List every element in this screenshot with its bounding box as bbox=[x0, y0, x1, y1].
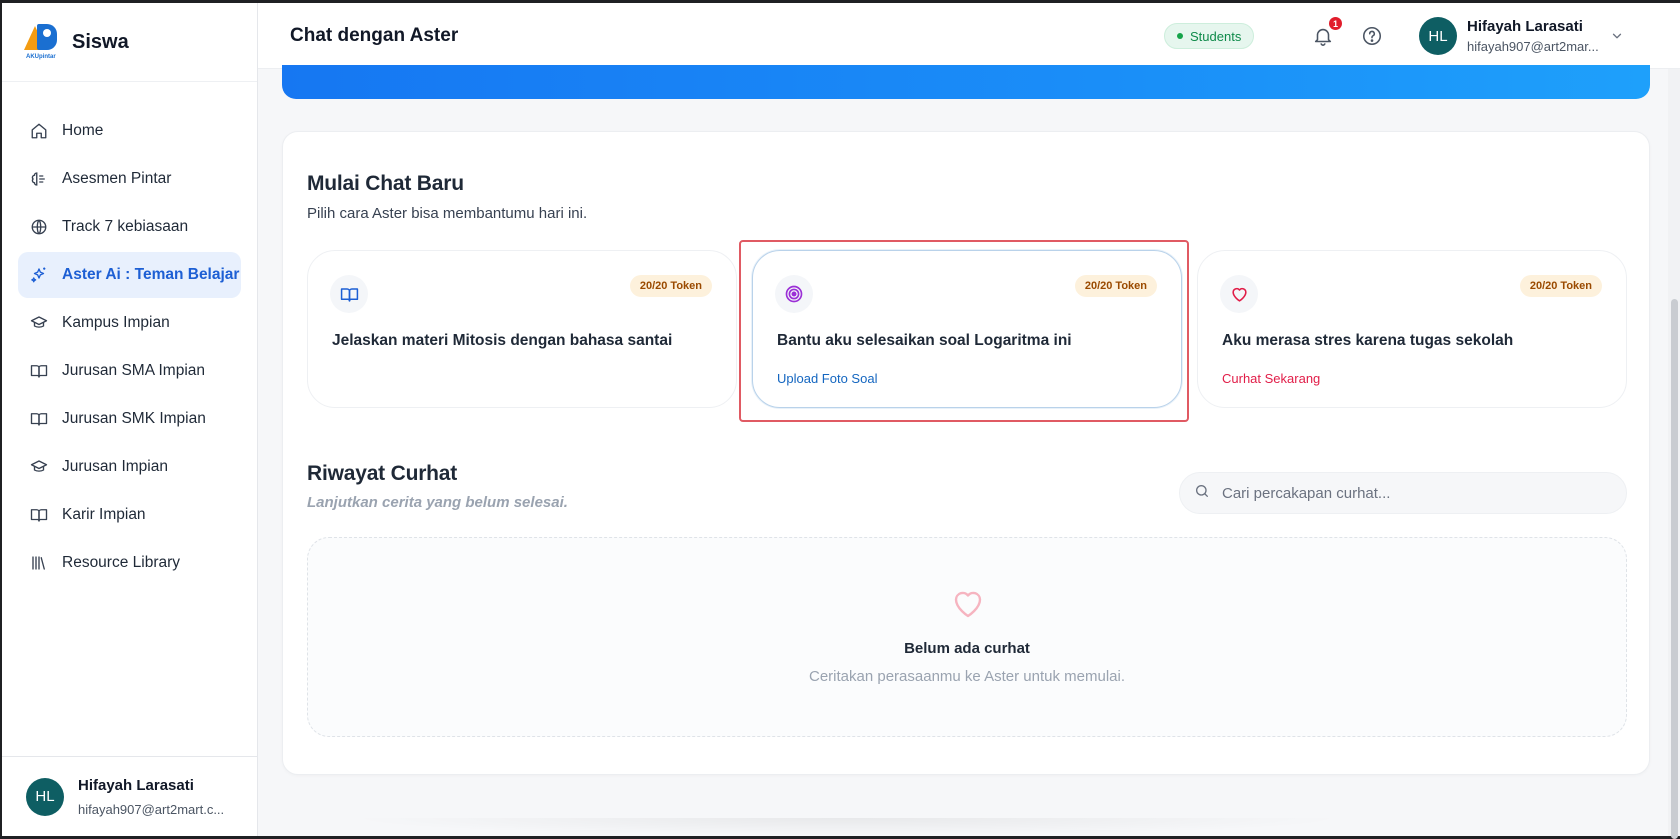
heart-icon bbox=[1220, 275, 1258, 313]
sidebar-item-jurusan-sma-impian[interactable]: Jurusan SMA Impian bbox=[18, 348, 241, 394]
sidebar-item-label: Asesmen Pintar bbox=[62, 170, 172, 187]
user-name: Hifayah Larasati bbox=[78, 776, 194, 794]
brand[interactable]: AKUpintar Siswa bbox=[2, 3, 257, 82]
upload-photo-link[interactable]: Upload Foto Soal bbox=[777, 371, 877, 386]
user-email: hifayah907@art2mar... bbox=[1467, 39, 1599, 54]
role-badge-label: Students bbox=[1190, 28, 1242, 44]
sidebar-item-label: Track 7 kebiasaan bbox=[62, 218, 189, 235]
history-search[interactable] bbox=[1179, 472, 1627, 514]
sidebar-item-home[interactable]: Home bbox=[18, 108, 241, 154]
brain-icon bbox=[30, 170, 48, 188]
heart-icon bbox=[948, 586, 988, 622]
avatar: HL bbox=[1419, 17, 1457, 55]
card-prompt: Jelaskan materi Mitosis dengan bahasa sa… bbox=[332, 332, 673, 349]
hero-banner bbox=[282, 65, 1650, 99]
help-icon[interactable] bbox=[1361, 25, 1383, 47]
sidebar-item-label: Jurusan SMK Impian bbox=[62, 410, 206, 427]
token-badge: 20/20 Token bbox=[629, 275, 712, 297]
library-icon bbox=[30, 554, 48, 572]
card-prompt: Aku merasa stres karena tugas sekolah bbox=[1222, 332, 1514, 349]
app-logo: AKUpintar bbox=[24, 24, 62, 60]
sidebar-item-label: Jurusan Impian bbox=[62, 458, 168, 475]
book-open-icon bbox=[30, 506, 48, 524]
sparkles-icon bbox=[30, 266, 48, 284]
card-prompt: Bantu aku selesaikan soal Logaritma ini bbox=[777, 332, 1072, 349]
chat-card-logaritma[interactable]: 20/20 Token Bantu aku selesaikan soal Lo… bbox=[752, 250, 1182, 408]
empty-subtitle: Ceritakan perasaanmu ke Aster untuk memu… bbox=[809, 668, 1125, 685]
token-badge: 20/20 Token bbox=[1074, 275, 1157, 297]
sidebar-item-label: Jurusan SMA Impian bbox=[62, 362, 206, 379]
scrollbar-track[interactable] bbox=[1668, 69, 1680, 839]
chat-panel: Mulai Chat Baru Pilih cara Aster bisa me… bbox=[282, 131, 1650, 775]
header-user-menu[interactable]: HL Hifayah Larasati hifayah907@art2mar..… bbox=[1419, 17, 1599, 55]
book-open-icon bbox=[30, 410, 48, 428]
book-open-icon bbox=[330, 275, 368, 313]
sidebar-item-aster-ai[interactable]: Aster Ai : Teman Belajar bbox=[18, 252, 241, 298]
graduation-cap-icon bbox=[30, 458, 48, 476]
sidebar-item-track-7-kebiasaan[interactable]: Track 7 kebiasaan bbox=[18, 204, 241, 250]
curhat-now-link[interactable]: Curhat Sekarang bbox=[1222, 371, 1320, 386]
sidebar-item-asesmen-pintar[interactable]: Asesmen Pintar bbox=[18, 156, 241, 202]
user-name: Hifayah Larasati bbox=[1467, 18, 1583, 35]
user-email: hifayah907@art2mart.c... bbox=[78, 801, 225, 817]
app-window: AKUpintar Siswa Home Asesmen Pintar Trac… bbox=[0, 0, 1680, 839]
notification-count-badge: 1 bbox=[1329, 17, 1342, 30]
sidebar-item-resource-library[interactable]: Resource Library bbox=[18, 540, 241, 586]
sidebar: AKUpintar Siswa Home Asesmen Pintar Trac… bbox=[2, 3, 258, 836]
scrollbar-thumb[interactable] bbox=[1671, 299, 1678, 839]
sidebar-item-label: Karir Impian bbox=[62, 506, 146, 523]
new-chat-subtitle: Pilih cara Aster bisa membantumu hari in… bbox=[307, 205, 588, 222]
chat-card-mitosis[interactable]: 20/20 Token Jelaskan materi Mitosis deng… bbox=[307, 250, 737, 408]
role-badge: Students bbox=[1164, 23, 1255, 49]
sidebar-item-karir-impian[interactable]: Karir Impian bbox=[18, 492, 241, 538]
sidebar-item-label: Resource Library bbox=[62, 554, 181, 571]
home-icon bbox=[30, 122, 48, 140]
token-badge: 20/20 Token bbox=[1519, 275, 1602, 297]
sidebar-item-kampus-impian[interactable]: Kampus Impian bbox=[18, 300, 241, 346]
status-dot bbox=[1177, 33, 1183, 39]
search-input[interactable] bbox=[1222, 484, 1602, 502]
book-open-icon bbox=[30, 362, 48, 380]
history-title: Riwayat Curhat bbox=[307, 462, 458, 485]
sidebar-nav: Home Asesmen Pintar Track 7 kebiasaan As… bbox=[2, 82, 257, 586]
sidebar-item-label: Kampus Impian bbox=[62, 314, 170, 331]
brand-name: Siswa bbox=[72, 30, 129, 53]
history-subtitle: Lanjutkan cerita yang belum selesai. bbox=[307, 494, 568, 511]
empty-state: Belum ada curhat Ceritakan perasaanmu ke… bbox=[307, 537, 1627, 737]
empty-title: Belum ada curhat bbox=[904, 640, 1030, 657]
chat-card-stres[interactable]: 20/20 Token Aku merasa stres karena tuga… bbox=[1197, 250, 1627, 408]
avatar: HL bbox=[26, 777, 64, 816]
globe-icon bbox=[30, 218, 48, 236]
new-chat-title: Mulai Chat Baru bbox=[307, 172, 464, 195]
page-title: Chat dengan Aster bbox=[290, 24, 459, 46]
sidebar-item-label: Home bbox=[62, 122, 104, 139]
search-icon bbox=[1194, 483, 1210, 504]
top-bar: Chat dengan Aster Students 1 HL Hifayah … bbox=[258, 3, 1680, 69]
graduation-cap-icon bbox=[30, 314, 48, 332]
bottom-shadow bbox=[342, 818, 1352, 836]
sidebar-item-jurusan-smk-impian[interactable]: Jurusan SMK Impian bbox=[18, 396, 241, 442]
chevron-down-icon[interactable] bbox=[1610, 29, 1624, 43]
sidebar-user-profile[interactable]: HL Hifayah Larasati hifayah907@art2mart.… bbox=[2, 756, 258, 836]
target-icon bbox=[775, 275, 813, 313]
sidebar-item-jurusan-impian[interactable]: Jurusan Impian bbox=[18, 444, 241, 490]
sidebar-item-label: Aster Ai : Teman Belajar bbox=[62, 266, 240, 283]
